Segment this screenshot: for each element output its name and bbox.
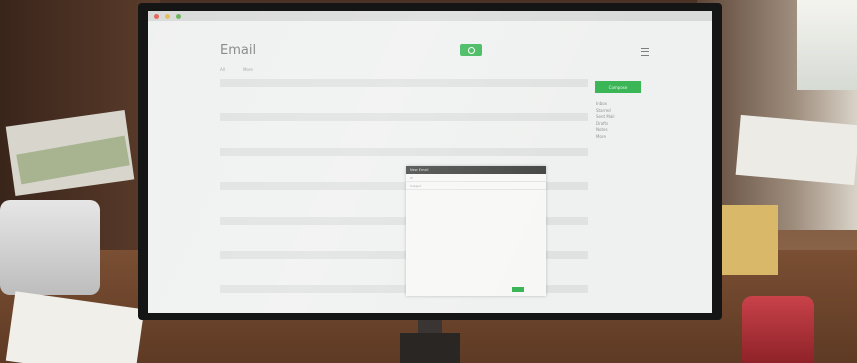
monitor-stand-base (400, 333, 460, 363)
list-item[interactable] (220, 156, 588, 164)
list-toolbar: All More (220, 67, 253, 72)
office-scene: Email All More Compose Inbox Starred Sent … (0, 0, 857, 363)
minimize-dot-icon[interactable] (165, 13, 170, 19)
list-item[interactable] (220, 88, 588, 96)
compose-window-header[interactable]: New Email (406, 166, 546, 174)
monitor-screen: Email All More Compose Inbox Starred Sent … (148, 11, 712, 313)
window-light (797, 0, 857, 90)
more-dropdown[interactable]: More (243, 67, 253, 72)
search-button[interactable] (460, 44, 482, 56)
to-field[interactable]: To (406, 174, 546, 182)
hamburger-menu-icon[interactable] (641, 48, 649, 56)
subject-field[interactable]: Subject (406, 182, 546, 190)
list-item[interactable] (220, 139, 588, 147)
sidebar-item-more[interactable]: More (596, 134, 615, 141)
list-item[interactable] (220, 96, 588, 104)
sidebar-item-sent-mail[interactable]: Sent Mail (596, 114, 615, 121)
list-item[interactable] (220, 113, 588, 122)
app-title: Email (220, 43, 257, 58)
tape-dispenser (742, 296, 814, 363)
folder-list: Inbox Starred Sent Mail Drafts Notes More (596, 101, 615, 140)
list-item[interactable] (220, 147, 588, 156)
list-item[interactable] (220, 105, 588, 113)
list-item[interactable] (220, 122, 588, 130)
book-stack (735, 114, 857, 186)
list-item[interactable] (220, 79, 588, 87)
select-all-dropdown[interactable]: All (220, 67, 225, 72)
compose-button[interactable]: Compose (595, 81, 641, 93)
message-body[interactable] (406, 190, 546, 198)
browser-titlebar (148, 11, 712, 21)
monitor: Email All More Compose Inbox Starred Sent … (138, 3, 722, 320)
desk-phone (0, 200, 100, 295)
list-item[interactable] (220, 131, 588, 139)
compose-window: New Email To Subject (406, 166, 546, 296)
close-dot-icon[interactable] (154, 13, 159, 19)
send-button[interactable] (512, 287, 524, 292)
maximize-dot-icon[interactable] (176, 13, 181, 19)
search-icon (467, 46, 475, 54)
